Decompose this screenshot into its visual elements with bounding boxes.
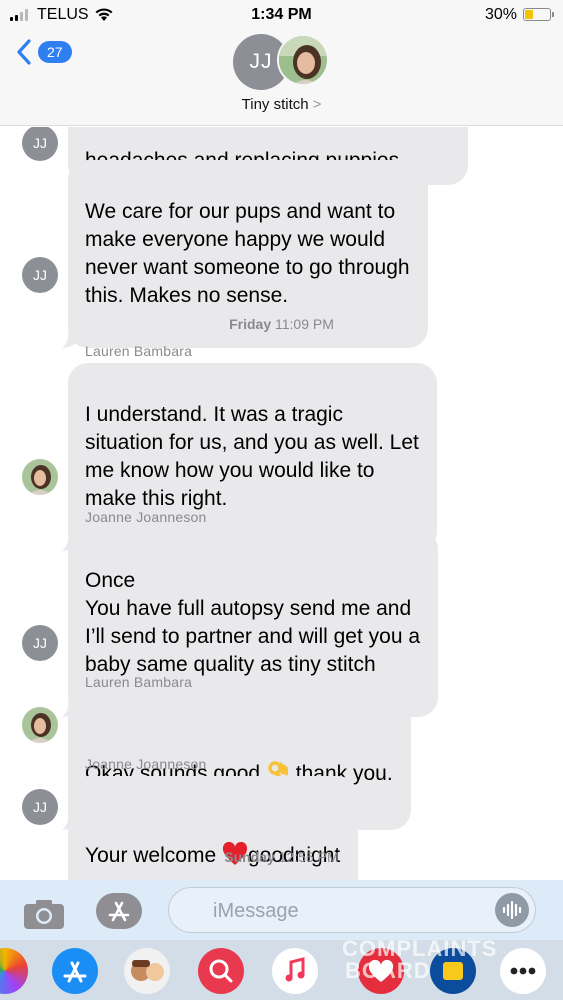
music-icon[interactable] — [272, 948, 318, 994]
sender-name: Lauren Bambara — [85, 343, 193, 359]
waveform-icon — [502, 900, 522, 920]
sender-avatar: JJ — [22, 127, 58, 161]
contact-name[interactable]: Tiny stitch > — [0, 96, 563, 113]
sender-name: Lauren Bambara — [85, 674, 193, 690]
memoji-icon[interactable] — [124, 948, 170, 994]
sender-avatar: JJ — [22, 789, 58, 825]
compose-bar: iMessage — [0, 880, 563, 940]
app-store-icon — [108, 901, 130, 922]
message-input-placeholder: iMessage — [213, 900, 299, 922]
conversation-header: 27 JJ Tiny stitch > — [0, 30, 563, 126]
audio-message-button[interactable] — [495, 893, 529, 927]
battery-level — [525, 10, 533, 19]
battery-icon — [523, 8, 554, 21]
sender-avatar: JJ — [22, 625, 58, 661]
timestamp: Sunday 12:55 PM — [224, 849, 339, 865]
chevron-right-icon: > — [312, 96, 322, 113]
sender-name: Joanne Joanneson — [85, 756, 207, 772]
unread-count-badge: 27 — [38, 41, 72, 63]
battery-percent: 30% — [484, 6, 517, 23]
status-bar: TELUS 1:34 PM 30% — [0, 0, 563, 30]
more-icon[interactable] — [500, 948, 546, 994]
message-input[interactable]: iMessage — [168, 887, 536, 933]
app-store-button[interactable] — [96, 893, 142, 929]
camera-icon[interactable] — [23, 898, 65, 930]
watermark-line-2: BOARD — [345, 958, 431, 983]
sender-avatar-photo — [22, 707, 58, 743]
sender-avatar-photo — [22, 459, 58, 495]
avatar-photo — [277, 34, 329, 86]
timestamp: Friday 11:09 PM — [229, 316, 334, 332]
clock: 1:34 PM — [251, 6, 312, 23]
sender-avatar: JJ — [22, 257, 58, 293]
back-button[interactable]: 27 — [14, 38, 72, 66]
red-heart-emoji — [222, 814, 248, 874]
photos-icon[interactable] — [0, 948, 28, 994]
search-web-icon[interactable] — [198, 948, 244, 994]
app-store-icon[interactable] — [52, 948, 98, 994]
contact-avatars[interactable]: JJ — [233, 34, 333, 92]
chevron-left-icon — [17, 39, 31, 65]
sender-name: Joanne Joanneson — [85, 509, 207, 525]
message-list[interactable]: headaches and replacing puppies. JJ We c… — [0, 127, 563, 880]
